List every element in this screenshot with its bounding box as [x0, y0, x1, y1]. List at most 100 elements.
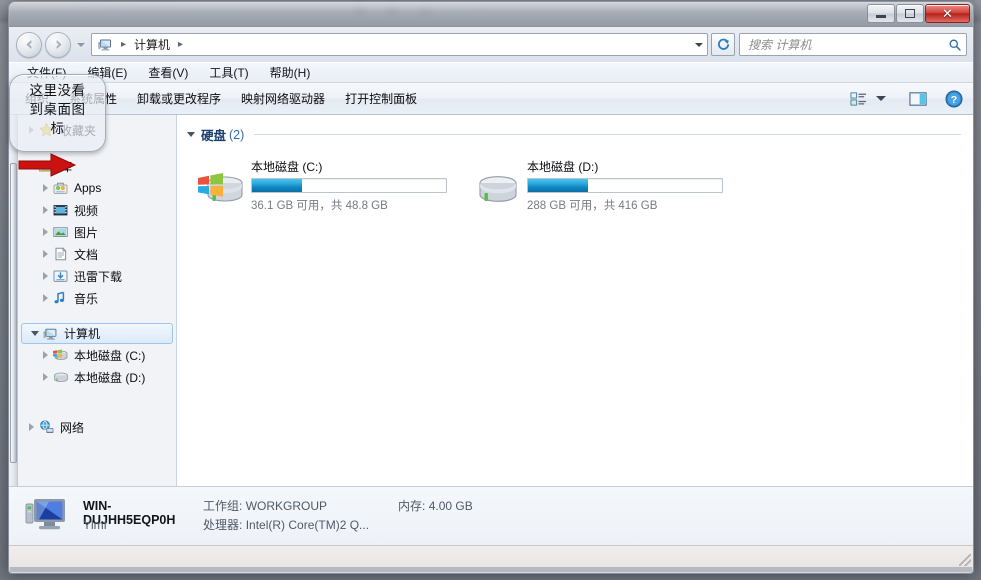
chevron-right-icon — [42, 228, 48, 236]
maximize-restore-button[interactable] — [896, 4, 924, 23]
tree-expander[interactable] — [38, 294, 52, 302]
preview-pane-button[interactable] — [905, 87, 931, 111]
tree-item-documents[interactable]: 文档 — [18, 243, 176, 265]
menu-item-view[interactable]: 查看(V) — [138, 62, 199, 83]
drive-d-details: 本地磁盘 (D:) 288 GB 可用，共 416 GB — [523, 156, 723, 213]
address-bar[interactable]: ▸ 计算机 ▸ — [91, 33, 708, 56]
menu-item-tools[interactable]: 工具(T) — [199, 62, 259, 83]
drive-capacity-text: 288 GB 可用，共 416 GB — [527, 200, 658, 212]
drive-icon — [52, 369, 69, 385]
annotation-callout: 这里没看 到桌面图 标 — [9, 74, 106, 152]
drive-item-c[interactable]: 本地磁盘 (C:) 36.1 GB 可用，共 48.8 GB — [197, 156, 447, 213]
drive-capacity-bar — [251, 178, 447, 193]
computer-icon — [42, 326, 59, 342]
user-name: Ylmf — [83, 518, 107, 532]
view-dropdown-button[interactable] — [873, 87, 889, 111]
tree-expander[interactable] — [38, 228, 52, 236]
network-icon — [38, 419, 55, 435]
chevron-down-icon[interactable] — [187, 132, 195, 137]
documents-icon — [52, 246, 69, 262]
tree-item-music[interactable]: 音乐 — [18, 287, 176, 309]
drive-capacity-bar — [527, 178, 723, 193]
close-button[interactable]: ✕ — [925, 4, 970, 23]
toolbar-uninstall-program-button[interactable]: 卸载或更改程序 — [127, 86, 231, 111]
scrollbar-thumb[interactable] — [10, 163, 17, 463]
back-arrow-icon — [26, 40, 31, 49]
preview-pane-icon — [908, 91, 927, 106]
chevron-right-icon — [42, 184, 48, 192]
workgroup-field: 工作组: WORKGROUP — [203, 497, 398, 514]
tree-item-label: 图片 — [74, 225, 99, 240]
change-view-icon — [849, 91, 866, 106]
tree-item-thunder-downloads[interactable]: 迅雷下载 — [18, 265, 176, 287]
tree-expander[interactable] — [28, 331, 42, 336]
drive-windows-icon — [52, 347, 69, 363]
chevron-down-icon — [876, 96, 886, 101]
refresh-button[interactable] — [711, 33, 735, 56]
workgroup-value: WORKGROUP — [245, 499, 328, 513]
tree-expander[interactable] — [38, 206, 52, 214]
tree-item-label: 网络 — [60, 420, 85, 435]
chevron-right-icon — [42, 206, 48, 214]
drive-item-d[interactable]: 本地磁盘 (D:) 288 GB 可用，共 416 GB — [473, 156, 723, 213]
tree-item-label: 音乐 — [74, 291, 99, 306]
change-view-button[interactable] — [845, 87, 871, 111]
tree-expander[interactable] — [38, 250, 52, 258]
tree-item-label: 计算机 — [64, 327, 101, 341]
tree-expander[interactable] — [38, 373, 52, 381]
command-toolbar: 组织 系统属性 卸载或更改程序 映射网络驱动器 打开控制面板 — [9, 83, 973, 115]
address-dropdown-button[interactable] — [695, 34, 703, 55]
tree-item-network[interactable]: 网络 — [18, 416, 176, 438]
music-icon — [52, 290, 69, 306]
details-pane: WIN-DUJHH5EQP0H 工作组: WORKGROUP 内存: 4.00 … — [9, 486, 973, 545]
toolbar-right-group: ? — [845, 87, 973, 111]
tree-item-label: 迅雷下载 — [74, 269, 123, 284]
refresh-icon — [717, 38, 729, 50]
minimize-button[interactable] — [867, 4, 895, 23]
tree-item-pictures[interactable]: 图片 — [18, 221, 176, 243]
title-bar[interactable]: ✕ — [9, 2, 973, 27]
help-icon: ? — [945, 90, 963, 107]
resize-grip[interactable] — [959, 554, 971, 566]
details-row-secondary: Ylmf 处理器: Intel(R) Core(TM)2 Q... — [83, 516, 473, 535]
breadcrumb-separator-trailing[interactable]: ▸ — [173, 39, 188, 50]
tree-item-videos[interactable]: 视频 — [18, 199, 176, 221]
tree-item-label: 文档 — [74, 247, 99, 262]
drive-icon — [473, 168, 523, 212]
workgroup-label: 工作组: — [203, 499, 243, 513]
drive-capacity-fill — [528, 179, 589, 192]
back-button[interactable] — [16, 31, 42, 58]
drive-name: 本地磁盘 (C:) — [251, 160, 323, 174]
tree-item-apps[interactable]: Apps — [18, 177, 176, 199]
search-box[interactable]: 搜索 计算机 — [739, 33, 967, 56]
toolbar-map-network-drive-button[interactable]: 映射网络驱动器 — [231, 86, 335, 111]
forward-button[interactable] — [45, 31, 71, 58]
menu-item-help[interactable]: 帮助(H) — [260, 62, 322, 83]
drive-list: 本地磁盘 (C:) 36.1 GB 可用，共 48.8 GB 本地磁盘 (D:)… — [177, 144, 973, 213]
toolbar-open-control-panel-button[interactable]: 打开控制面板 — [335, 86, 427, 111]
memory-field: 内存: 4.00 GB — [398, 497, 473, 514]
tree-expander[interactable] — [38, 272, 52, 280]
history-dropdown-button[interactable] — [74, 34, 87, 56]
tree-item-drive-c[interactable]: 本地磁盘 (C:) — [18, 344, 176, 366]
help-button[interactable]: ? — [941, 87, 967, 111]
tree-expander[interactable] — [38, 184, 52, 192]
processor-value: Intel(R) Core(TM)2 Q... — [245, 518, 370, 532]
memory-label: 内存: — [398, 499, 426, 513]
search-icon[interactable] — [948, 38, 962, 52]
content-pane[interactable]: 硬盘 (2) 本地磁盘 (C:) 36.1 GB 可用，共 48.8 GB 本地… — [177, 115, 973, 486]
search-input[interactable]: 搜索 计算机 — [744, 36, 948, 53]
tree-item-label: 视频 — [74, 203, 99, 218]
drive-capacity-text: 36.1 GB 可用，共 48.8 GB — [251, 200, 388, 212]
chevron-down-icon — [31, 331, 39, 336]
memory-value: 4.00 GB — [428, 499, 473, 513]
tree-item-label: Apps — [74, 181, 102, 195]
computer-icon — [97, 37, 113, 53]
tree-item-drive-d[interactable]: 本地磁盘 (D:) — [18, 366, 176, 388]
computer-icon — [23, 495, 71, 537]
tree-item-computer[interactable]: 计算机 — [21, 323, 173, 344]
breadcrumb-item-computer[interactable]: 计算机 — [131, 34, 173, 55]
tree-expander[interactable] — [38, 351, 52, 359]
group-header-hard-disks[interactable]: 硬盘 (2) — [177, 115, 973, 144]
tree-expander[interactable] — [24, 423, 38, 431]
